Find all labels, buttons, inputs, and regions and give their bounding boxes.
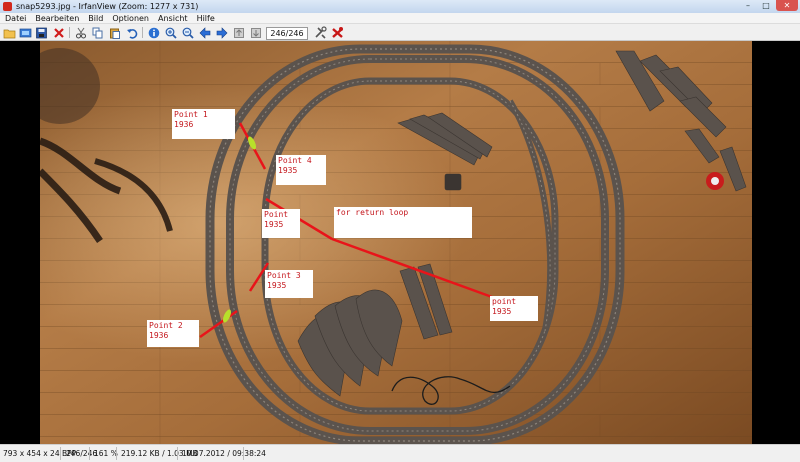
save-icon[interactable]	[35, 26, 48, 39]
status-index: 246/246	[66, 449, 98, 458]
menu-hilfe[interactable]: Hilfe	[197, 13, 215, 23]
zoom-in-icon[interactable]	[164, 26, 177, 39]
image-counter: 246/246	[266, 27, 308, 40]
first-image-icon[interactable]	[232, 26, 245, 39]
copy-icon[interactable]	[91, 26, 104, 39]
exit-icon[interactable]	[331, 26, 344, 39]
menu-optionen[interactable]: Optionen	[112, 13, 149, 23]
status-zoom: 161 %	[94, 449, 118, 458]
annotation-point1: Point 1 1936	[172, 109, 235, 139]
undo-icon[interactable]	[125, 26, 138, 39]
status-separator	[89, 447, 90, 460]
image-viewport[interactable]: Point 1 1936 Point 4 1935 Point 1935 for re…	[0, 41, 800, 444]
window-title: snap5293.jpg - IrfanView (Zoom: 1277 x 7…	[16, 2, 199, 11]
annotation-return-loop: for return loop	[334, 207, 472, 238]
open-folder-icon[interactable]	[3, 26, 16, 39]
annotation-point3: Point 3 1935	[265, 270, 313, 298]
toolbar-separator	[69, 27, 70, 38]
cut-icon[interactable]	[74, 26, 87, 39]
title-bar[interactable]: snap5293.jpg - IrfanView (Zoom: 1277 x 7…	[0, 0, 800, 14]
last-image-icon[interactable]	[249, 26, 262, 39]
status-separator	[177, 447, 178, 460]
window-controls: – □ ✕	[740, 0, 798, 13]
paste-icon[interactable]	[108, 26, 121, 39]
annotation-point4: Point 4 1935	[276, 155, 326, 185]
menu-datei[interactable]: Datei	[5, 13, 26, 23]
toolbar-separator	[142, 27, 143, 38]
annotation-point2: Point 2 1936	[147, 320, 199, 347]
minimize-button[interactable]: –	[740, 0, 756, 11]
menu-bild[interactable]: Bild	[88, 13, 103, 23]
status-bar: 793 x 454 x 24 BPP 246/246 161 % 219.12 …	[0, 444, 800, 462]
irfanview-app-icon	[3, 2, 12, 11]
status-datetime: 10.07.2012 / 09:38:24	[182, 449, 266, 458]
menu-bar: Datei Bearbeiten Bild Optionen Ansicht H…	[0, 13, 800, 24]
previous-icon[interactable]	[198, 26, 211, 39]
settings-icon[interactable]	[314, 26, 327, 39]
menu-bearbeiten[interactable]: Bearbeiten	[35, 13, 79, 23]
close-button[interactable]: ✕	[776, 0, 798, 11]
toolbar: 246/246	[0, 24, 800, 41]
annotation-point-mid: Point 1935	[262, 209, 300, 238]
status-separator	[60, 447, 61, 460]
track-layout-photo	[40, 41, 752, 444]
menu-ansicht[interactable]: Ansicht	[158, 13, 188, 23]
delete-icon[interactable]	[52, 26, 65, 39]
maximize-button[interactable]: □	[758, 0, 774, 11]
status-separator	[116, 447, 117, 460]
track-photo-graphic	[40, 41, 752, 444]
slideshow-icon[interactable]	[19, 26, 32, 39]
next-icon[interactable]	[215, 26, 228, 39]
info-icon[interactable]	[147, 26, 160, 39]
status-separator	[243, 447, 244, 460]
annotation-point-right: point 1935	[490, 296, 538, 321]
zoom-out-icon[interactable]	[181, 26, 194, 39]
